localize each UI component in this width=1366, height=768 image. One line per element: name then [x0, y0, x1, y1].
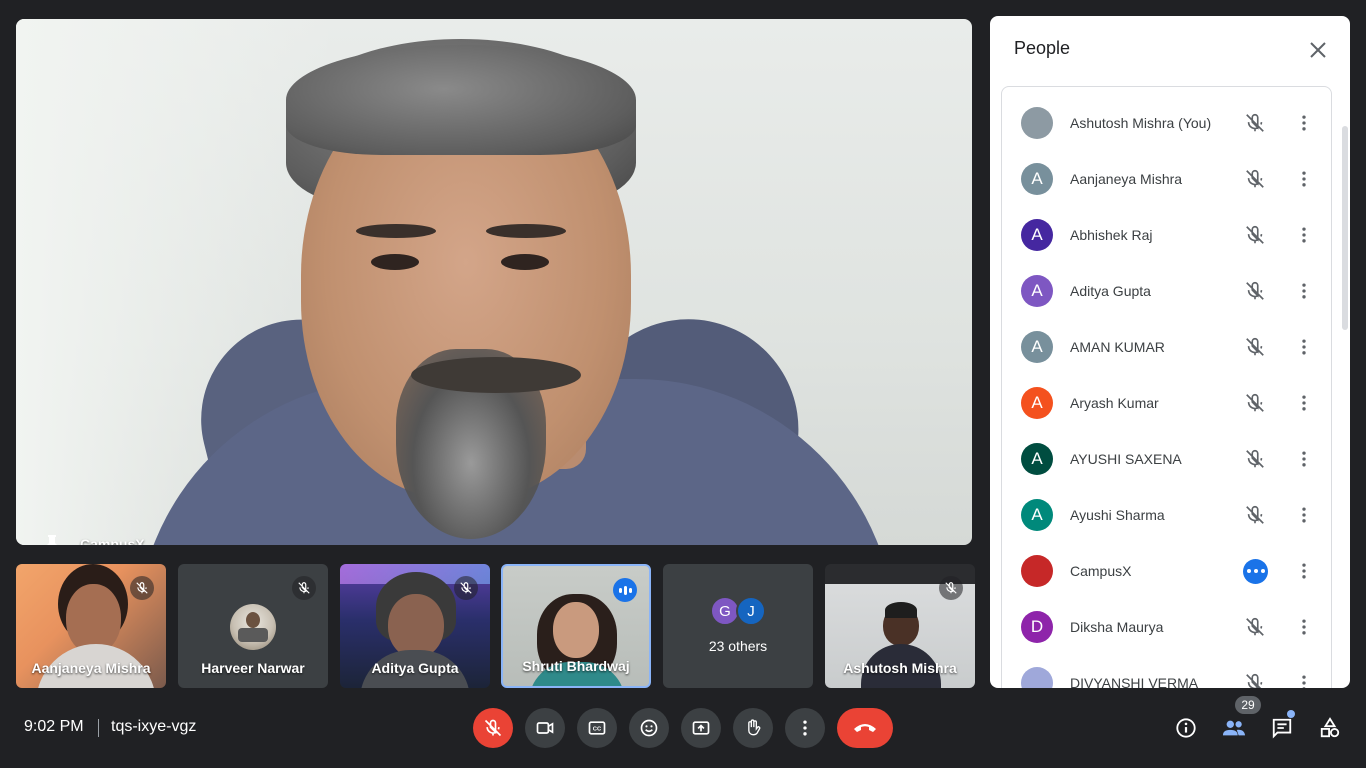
participant-name: Diksha Maurya: [1070, 619, 1164, 635]
speaking-indicator-icon: [613, 578, 637, 602]
avatar: A: [1021, 499, 1053, 531]
more-options-icon[interactable]: [1292, 559, 1316, 583]
participant-tile-active-speaker[interactable]: Shruti Bhardwaj: [501, 564, 651, 688]
more-options-icon[interactable]: [1292, 223, 1316, 247]
participant-row[interactable]: DIVYANSHI VERMA: [1002, 655, 1331, 688]
mic-off-icon[interactable]: [1243, 167, 1267, 191]
participant-row[interactable]: A Aryash Kumar: [1002, 375, 1331, 431]
mic-off-icon[interactable]: [1243, 447, 1267, 471]
close-icon[interactable]: [1304, 36, 1332, 64]
emoji-reactions-button[interactable]: [629, 708, 669, 748]
mic-off-icon[interactable]: [1243, 111, 1267, 135]
meeting-info-icon[interactable]: [1170, 712, 1202, 744]
avatar: A: [1021, 219, 1053, 251]
avatar: [1021, 667, 1053, 688]
tile-name: Ashutosh Mishra: [843, 660, 957, 676]
mic-off-icon[interactable]: [1243, 335, 1267, 359]
panel-title: People: [1014, 38, 1071, 58]
participant-row[interactable]: A Aditya Gupta: [1002, 263, 1331, 319]
mic-off-icon: [939, 576, 963, 600]
avatar: A: [1021, 163, 1053, 195]
raise-hand-button[interactable]: [733, 708, 773, 748]
mic-off-icon[interactable]: [1243, 615, 1267, 639]
mic-off-icon[interactable]: [1243, 279, 1267, 303]
more-options-icon[interactable]: [1292, 447, 1316, 471]
participant-tile[interactable]: Harveer Narwar: [178, 564, 328, 688]
avatar: A: [1021, 275, 1053, 307]
participant-list: Ashutosh Mishra (You) A Aanjaneya Mishra A A…: [1001, 86, 1332, 688]
svg-text:CC: CC: [593, 727, 602, 733]
avatar: A: [1021, 387, 1053, 419]
people-icon[interactable]: [1218, 712, 1250, 744]
participant-row[interactable]: A AMAN KUMAR: [1002, 319, 1331, 375]
participant-row[interactable]: D Diksha Maurya: [1002, 599, 1331, 655]
participant-name: Aryash Kumar: [1070, 395, 1159, 411]
more-options-icon[interactable]: [1292, 335, 1316, 359]
pin-icon[interactable]: [42, 533, 62, 545]
participant-row[interactable]: A Ayushi Sharma: [1002, 487, 1331, 543]
tile-name: Shruti Bhardwaj: [522, 658, 630, 674]
captions-button[interactable]: CC: [577, 708, 617, 748]
mic-toggle-button[interactable]: [473, 708, 513, 748]
camera-toggle-button[interactable]: [525, 708, 565, 748]
participant-tile[interactable]: Aditya Gupta: [340, 564, 490, 688]
more-options-icon[interactable]: [1292, 391, 1316, 415]
mic-off-icon[interactable]: [1243, 671, 1267, 688]
participant-name: AYUSHI SAXENA: [1070, 451, 1182, 467]
participant-row[interactable]: CampusX: [1002, 543, 1331, 599]
avatar: [230, 604, 276, 650]
more-options-button[interactable]: [785, 708, 825, 748]
tile-name: Harveer Narwar: [201, 660, 305, 676]
avatar: [1021, 555, 1053, 587]
chat-notification-dot: [1287, 710, 1295, 718]
people-panel: People Ashutosh Mishra (You) A Aanjaneya M…: [990, 16, 1350, 688]
participant-row[interactable]: A Aanjaneya Mishra: [1002, 151, 1331, 207]
tile-name: Aanjaneya Mishra: [31, 660, 151, 676]
more-options-icon[interactable]: [1292, 111, 1316, 135]
tile-name: Aditya Gupta: [371, 660, 459, 676]
more-options-icon[interactable]: [1292, 615, 1316, 639]
participant-name: Abhishek Raj: [1070, 227, 1153, 243]
participant-row[interactable]: A Abhishek Raj: [1002, 207, 1331, 263]
avatar: D: [1021, 611, 1053, 643]
mic-off-icon[interactable]: [1243, 391, 1267, 415]
mic-off-icon: [292, 576, 316, 600]
speaking-indicator-icon: [1243, 558, 1268, 584]
end-call-button[interactable]: [837, 708, 893, 748]
more-options-icon[interactable]: [1292, 503, 1316, 527]
speaker-name: CampusX: [80, 536, 145, 545]
avatar: A: [1021, 443, 1053, 475]
participant-name: Aanjaneya Mishra: [1070, 171, 1183, 187]
participant-name: Ayushi Sharma: [1070, 507, 1165, 523]
scrollbar[interactable]: [1342, 126, 1348, 330]
main-speaker-video[interactable]: CampusX: [16, 19, 972, 545]
participant-tile[interactable]: Ashutosh Mishra: [825, 564, 975, 688]
participant-name: DIVYANSHI VERMA: [1070, 675, 1199, 688]
present-screen-button[interactable]: [681, 708, 721, 748]
activities-icon[interactable]: [1314, 712, 1346, 744]
others-avatars: G J: [710, 596, 766, 626]
avatar: J: [736, 596, 766, 626]
participant-name: Ashutosh Mishra (You): [1070, 115, 1212, 131]
mic-off-icon[interactable]: [1243, 223, 1267, 247]
participant-name: AMAN KUMAR: [1070, 339, 1165, 355]
divider: [98, 719, 99, 737]
participant-name: CampusX: [1070, 563, 1132, 579]
others-count: 23 others: [708, 638, 768, 654]
mic-off-icon: [130, 576, 154, 600]
meeting-code: tqs-ixye-vgz: [111, 718, 197, 735]
more-options-icon[interactable]: [1292, 671, 1316, 688]
participant-name: Aditya Gupta: [1070, 283, 1151, 299]
mic-off-icon: [454, 576, 478, 600]
avatar: [1021, 107, 1053, 139]
more-options-icon[interactable]: [1292, 279, 1316, 303]
others-tile[interactable]: G J 23 others: [663, 564, 813, 688]
clock: 9:02 PM: [24, 718, 84, 735]
avatar: A: [1021, 331, 1053, 363]
mic-off-icon[interactable]: [1243, 503, 1267, 527]
participant-tile[interactable]: Aanjaneya Mishra: [16, 564, 166, 688]
participant-row[interactable]: Ashutosh Mishra (You): [1002, 95, 1331, 151]
more-options-icon[interactable]: [1292, 167, 1316, 191]
participant-row[interactable]: A AYUSHI SAXENA: [1002, 431, 1331, 487]
